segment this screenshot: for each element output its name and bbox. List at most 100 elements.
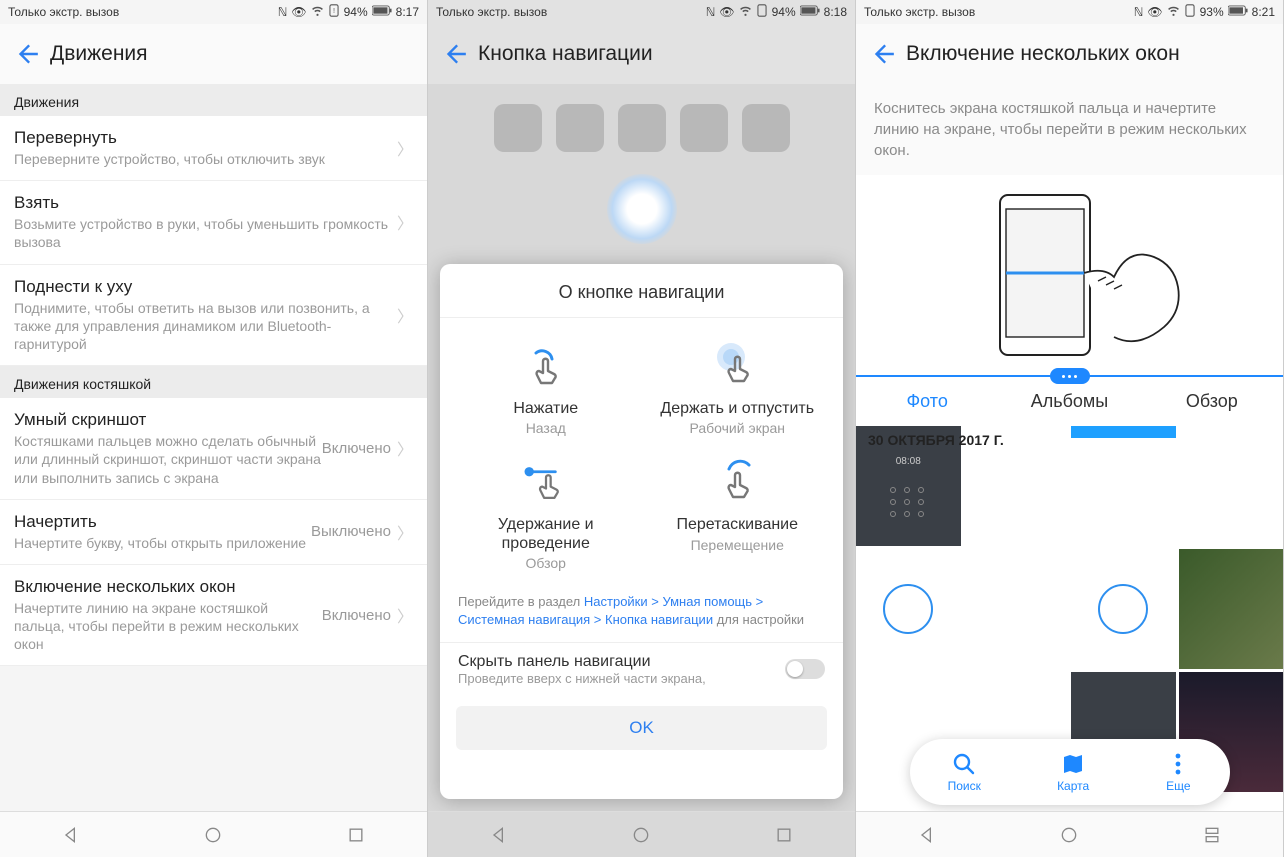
search-button[interactable]: Поиск: [948, 751, 981, 793]
dialog-hint: Перейдите в раздел Настройки > Умная пом…: [440, 593, 843, 641]
battery-icon: [800, 5, 820, 19]
tab-discover[interactable]: Обзор: [1141, 377, 1283, 426]
section-header-motions: Движения: [0, 84, 427, 116]
nav-recent[interactable]: [342, 821, 370, 849]
screen-multi-window: Только экстр. вызов ℕ 👁 93% 8:21 Включен…: [856, 0, 1284, 857]
item-smart-screenshot[interactable]: Умный скриншотКостяшками пальцев можно с…: [0, 398, 427, 500]
carrier-text: Только экстр. вызов: [864, 5, 1134, 19]
dialog-title: О кнопке навигации: [440, 264, 843, 318]
back-button[interactable]: [866, 37, 900, 71]
tab-albums[interactable]: Альбомы: [998, 377, 1140, 426]
swipe-icon: [518, 456, 574, 508]
chevron-right-icon: 〉: [397, 136, 413, 160]
nav-home[interactable]: [1055, 821, 1083, 849]
nav-split[interactable]: [1198, 821, 1226, 849]
description-text: Коснитесь экрана костяшкой пальца и наче…: [856, 84, 1283, 175]
screen-motions: Только экстр. вызов ℕ 👁 ! 94% 8:17 Движе…: [0, 0, 428, 857]
battery-pct: 94%: [344, 5, 368, 19]
item-value: Включено: [322, 607, 391, 624]
header: Включение нескольких окон: [856, 24, 1283, 84]
thumbnail[interactable]: [964, 549, 1069, 669]
drag-icon: [709, 456, 765, 508]
chevron-right-icon: 〉: [397, 303, 413, 327]
item-draw-letter[interactable]: НачертитьНачертите букву, чтобы открыть …: [0, 500, 427, 565]
system-navbar: [428, 811, 855, 857]
more-icon: [1165, 751, 1191, 777]
carrier-text: Только экстр. вызов: [8, 5, 278, 19]
thumbnail[interactable]: [856, 549, 961, 669]
gallery-bottom-bar: Поиск Карта Еще: [910, 739, 1230, 805]
tab-photos[interactable]: Фото: [856, 377, 998, 426]
nav-back[interactable]: [57, 821, 85, 849]
nav-back[interactable]: [913, 821, 941, 849]
eye-icon: 👁: [719, 5, 734, 19]
chevron-right-icon: 〉: [397, 603, 413, 627]
clock: 8:21: [1252, 5, 1275, 19]
battery-icon: [1228, 5, 1248, 19]
eye-icon: 👁: [291, 5, 306, 19]
clock: 8:18: [824, 5, 847, 19]
nav-back[interactable]: [485, 821, 513, 849]
thumbnail[interactable]: [1179, 426, 1284, 546]
svg-text:!: !: [333, 6, 335, 15]
gesture-hold-release: Держать и отпустить Рабочий экран: [642, 336, 834, 452]
system-navbar: [0, 811, 427, 857]
map-button[interactable]: Карта: [1057, 751, 1089, 793]
battery-icon: [372, 5, 392, 19]
nav-recent[interactable]: [770, 821, 798, 849]
gesture-tap: Нажатие Назад: [450, 336, 642, 452]
item-raise-to-ear[interactable]: Поднести к ухуПоднимите, чтобы ответить …: [0, 265, 427, 367]
back-button[interactable]: [10, 37, 44, 71]
hide-nav-toggle-row: Скрыть панель навигации Проведите вверх …: [440, 642, 843, 698]
screen2-body: О кнопке навигации Нажатие Назад Держать…: [428, 84, 855, 857]
data-icon: [1184, 4, 1196, 20]
item-value: Выключено: [311, 523, 391, 540]
status-bar: Только экстр. вызов ℕ 👁 94% 8:18: [428, 0, 855, 24]
nfc-icon: ℕ: [278, 5, 288, 19]
item-pickup[interactable]: ВзятьВозьмите устройство в руки, чтобы у…: [0, 181, 427, 264]
nfc-icon: ℕ: [706, 5, 716, 19]
wifi-icon: [739, 4, 752, 20]
clock: 8:17: [396, 5, 419, 19]
gesture-drag: Перетаскивание Перемещение: [642, 452, 834, 587]
header: Кнопка навигации: [428, 24, 855, 84]
chevron-right-icon: 〉: [397, 520, 413, 544]
map-icon: [1060, 751, 1086, 777]
toggle-switch[interactable]: [785, 659, 825, 679]
status-bar: Только экстр. вызов ℕ 👁 93% 8:21: [856, 0, 1283, 24]
status-bar: Только экстр. вызов ℕ 👁 ! 94% 8:17: [0, 0, 427, 24]
about-nav-button-dialog: О кнопке навигации Нажатие Назад Держать…: [440, 264, 843, 799]
gesture-hold-swipe: Удержание и проведение Обзор: [450, 452, 642, 587]
section-header-knuckle: Движения костяшкой: [0, 366, 427, 398]
nav-dock-illustration: [607, 174, 677, 244]
more-button[interactable]: Еще: [1165, 751, 1191, 793]
split-handle[interactable]: [1050, 368, 1090, 384]
chevron-right-icon: 〉: [397, 436, 413, 460]
date-header: 30 ОКТЯБРЯ 2017 Г.: [868, 432, 1004, 448]
thumbnail[interactable]: [1071, 549, 1176, 669]
nav-home[interactable]: [627, 821, 655, 849]
wifi-icon: [1167, 4, 1180, 20]
hold-icon: [709, 340, 765, 392]
battery-pct: 93%: [1200, 5, 1224, 19]
carrier-text: Только экстр. вызов: [436, 5, 706, 19]
page-title: Движения: [50, 42, 148, 66]
nav-home[interactable]: [199, 821, 227, 849]
nfc-icon: ℕ: [1134, 5, 1144, 19]
ok-button[interactable]: OK: [456, 706, 827, 750]
thumbnail[interactable]: [1179, 549, 1284, 669]
data-icon: !: [328, 4, 340, 20]
item-flip[interactable]: ПеревернутьПереверните устройство, чтобы…: [0, 116, 427, 181]
battery-pct: 94%: [772, 5, 796, 19]
search-icon: [951, 751, 977, 777]
tap-icon: [518, 340, 574, 392]
knuckle-illustration: [856, 175, 1283, 375]
screen-nav-button: Только экстр. вызов ℕ 👁 94% 8:18 Кнопка …: [428, 0, 856, 857]
page-title: Кнопка навигации: [478, 42, 653, 66]
header: Движения: [0, 24, 427, 84]
back-button[interactable]: [438, 37, 472, 71]
page-title: Включение нескольких окон: [906, 42, 1180, 66]
chevron-right-icon: 〉: [397, 210, 413, 234]
thumbnail[interactable]: [1071, 426, 1176, 546]
item-multi-window[interactable]: Включение нескольких оконНачертите линию…: [0, 565, 427, 667]
